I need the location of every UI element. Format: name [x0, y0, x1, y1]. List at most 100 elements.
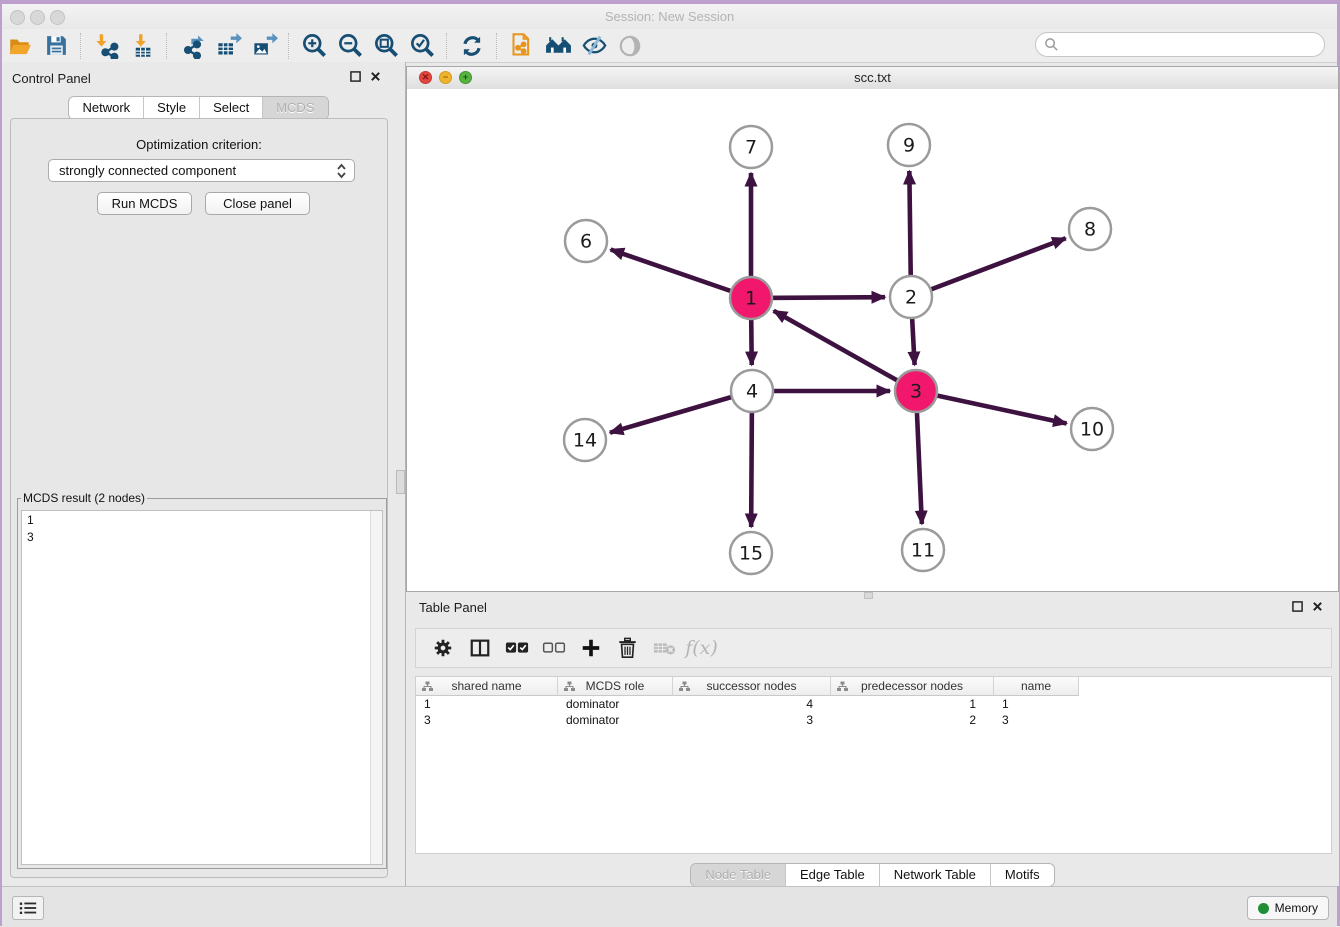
import-table-button[interactable] [124, 31, 160, 61]
edge-1-6[interactable] [611, 249, 751, 298]
edge-3-10[interactable] [916, 391, 1067, 424]
zoom-in-button[interactable] [296, 31, 332, 61]
node-label: 14 [573, 430, 597, 452]
run-mcds-button[interactable]: Run MCDS [97, 192, 192, 215]
hide-graphics-details-button[interactable] [576, 31, 612, 61]
edge-2-8[interactable] [911, 238, 1066, 297]
zoom-out-button[interactable] [332, 31, 368, 61]
node-11[interactable]: 11 [902, 529, 944, 571]
network-canvas[interactable]: 1 2 3 4 6 7 8 9 10 11 14 15 [407, 89, 1338, 591]
search-input[interactable] [1035, 32, 1325, 57]
splitter-grip[interactable] [864, 592, 873, 599]
tab-motifs[interactable]: Motifs [991, 864, 1054, 886]
table-row[interactable]: 3dominator323 [416, 712, 1331, 728]
node-3[interactable]: 3 [895, 370, 937, 412]
table-panel: Table Panel f(x) shared nameMCDS rol [406, 600, 1339, 886]
criterion-dropdown[interactable]: strongly connected component [48, 159, 355, 182]
edge-3-1[interactable] [774, 311, 916, 391]
node-label: 10 [1080, 419, 1104, 441]
column-header-successor-nodes[interactable]: successor nodes [673, 677, 831, 696]
memory-button[interactable]: Memory [1247, 896, 1329, 920]
open-session-button[interactable] [2, 31, 38, 61]
zoom-fit-button[interactable] [368, 31, 404, 61]
node-6[interactable]: 6 [565, 220, 607, 262]
table-header-row: shared nameMCDS rolesuccessor nodesprede… [416, 677, 1331, 696]
tab-select[interactable]: Select [200, 97, 263, 119]
float-panel-icon[interactable] [1292, 601, 1303, 612]
column-header-name[interactable]: name [994, 677, 1079, 696]
mcds-panel: Optimization criterion: strongly connect… [10, 118, 388, 878]
node-2[interactable]: 2 [890, 276, 932, 318]
tab-mcds[interactable]: MCDS [263, 97, 327, 119]
task-history-button[interactable] [12, 896, 44, 920]
node-14[interactable]: 14 [564, 419, 606, 461]
cell-predecessor-nodes[interactable]: 1 [831, 696, 994, 712]
import-network-button[interactable] [88, 31, 124, 61]
node-10[interactable]: 10 [1071, 408, 1113, 450]
cell-shared-name[interactable]: 3 [416, 712, 558, 728]
import-network-icon [93, 32, 120, 59]
column-header-MCDS-role[interactable]: MCDS role [558, 677, 673, 696]
refresh-layout-button[interactable] [454, 31, 490, 61]
node-9[interactable]: 9 [888, 124, 930, 166]
open-folder-icon [7, 33, 33, 59]
close-panel-button[interactable]: Close panel [205, 192, 310, 215]
export-network-button[interactable] [174, 31, 210, 61]
delete-table-button[interactable] [646, 632, 683, 664]
show-columns-button[interactable] [461, 632, 498, 664]
cell-MCDS-role[interactable]: dominator [558, 712, 673, 728]
table-settings-button[interactable] [424, 632, 461, 664]
tab-edge-table[interactable]: Edge Table [786, 864, 880, 886]
zoom-selected-button[interactable] [404, 31, 440, 61]
export-image-button[interactable] [246, 31, 282, 61]
node-1[interactable]: 1 [730, 277, 772, 319]
panel-splitter[interactable] [395, 62, 406, 886]
show-graphics-details-button[interactable] [612, 31, 648, 61]
mcds-result-textarea[interactable]: 13 [21, 510, 383, 865]
delete-columns-button[interactable] [609, 632, 646, 664]
cell-name[interactable]: 3 [994, 712, 1079, 728]
cell-shared-name[interactable]: 1 [416, 696, 558, 712]
tab-network-table[interactable]: Network Table [880, 864, 991, 886]
tab-node-table[interactable]: Node Table [691, 864, 786, 886]
control-panel-title: Control Panel [12, 71, 91, 86]
window-title: Session: New Session [2, 9, 1337, 24]
cell-name[interactable]: 1 [994, 696, 1079, 712]
create-column-button[interactable] [572, 632, 609, 664]
toolbar-separator [446, 33, 448, 59]
cell-successor-nodes[interactable]: 4 [673, 696, 831, 712]
export-image-icon [251, 32, 278, 59]
tab-network[interactable]: Network [69, 97, 144, 119]
node-label: 2 [905, 287, 917, 309]
select-all-columns-button[interactable] [498, 632, 535, 664]
function-builder-button[interactable]: f(x) [683, 632, 720, 664]
search-field[interactable] [1065, 37, 1324, 53]
table-row[interactable]: 1dominator411 [416, 696, 1331, 712]
column-header-predecessor-nodes[interactable]: predecessor nodes [831, 677, 994, 696]
main-toolbar [2, 29, 1337, 63]
cell-predecessor-nodes[interactable]: 2 [831, 712, 994, 728]
result-scrollbar[interactable] [370, 511, 382, 864]
cell-MCDS-role[interactable]: dominator [558, 696, 673, 712]
tab-style[interactable]: Style [144, 97, 200, 119]
column-mapping-icon [422, 681, 433, 692]
toolbar-separator [80, 33, 82, 59]
ndex-home-button[interactable] [540, 31, 576, 61]
splitter-grip[interactable] [396, 470, 405, 494]
node-7[interactable]: 7 [730, 126, 772, 168]
node-label: 3 [910, 381, 922, 403]
export-table-button[interactable] [210, 31, 246, 61]
save-session-button[interactable] [38, 31, 74, 61]
network-frame-titlebar[interactable]: ✕ − + scc.txt [407, 67, 1338, 90]
close-panel-icon[interactable] [370, 71, 381, 82]
clone-network-button[interactable] [504, 31, 540, 61]
horizontal-splitter[interactable] [406, 592, 1339, 600]
node-8[interactable]: 8 [1069, 208, 1111, 250]
column-header-shared-name[interactable]: shared name [416, 677, 558, 696]
close-panel-icon[interactable] [1312, 601, 1323, 612]
node-4[interactable]: 4 [731, 370, 773, 412]
unselect-all-columns-button[interactable] [535, 632, 572, 664]
node-15[interactable]: 15 [730, 532, 772, 574]
float-panel-icon[interactable] [350, 71, 361, 82]
cell-successor-nodes[interactable]: 3 [673, 712, 831, 728]
